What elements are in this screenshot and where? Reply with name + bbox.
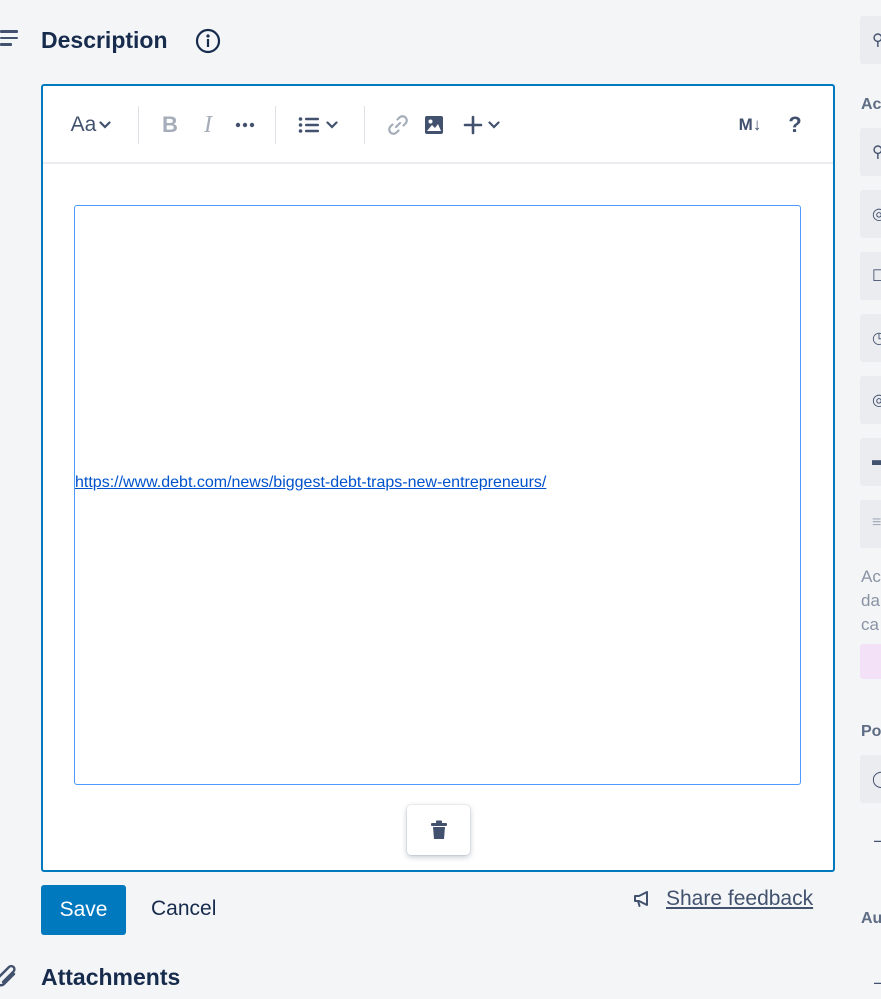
content-link[interactable]: https://www.debt.com/news/biggest-debt-t…: [75, 474, 546, 492]
embedded-link-frame[interactable]: https://www.debt.com/news/biggest-debt-t…: [74, 205, 801, 785]
toolbar-divider: [364, 106, 365, 144]
chevron-down-icon: [326, 121, 338, 129]
sidebar-powerup-pill[interactable]: [860, 644, 881, 679]
link-button[interactable]: [383, 108, 413, 142]
sidebar-button-members[interactable]: ⚲: [860, 16, 881, 64]
sidebar-add-icon[interactable]: –: [874, 830, 881, 851]
chevron-down-icon: [487, 121, 500, 129]
toolbar-divider: [275, 106, 276, 144]
person-icon: ⚲: [872, 144, 881, 161]
list-dropdown[interactable]: [293, 108, 343, 142]
more-icon: [235, 122, 255, 128]
sidebar-heading-power: Po: [861, 723, 881, 740]
delete-button[interactable]: [407, 805, 470, 855]
image-icon: [425, 116, 443, 134]
share-feedback-link[interactable]: Share feedback: [632, 887, 813, 911]
insert-dropdown[interactable]: [457, 108, 505, 142]
sidebar-heading-add: Ac: [861, 96, 881, 113]
plus-icon: [463, 115, 482, 135]
description-icon: [0, 30, 18, 50]
image-button[interactable]: [419, 108, 449, 142]
sidebar-heading-auto: Au: [861, 910, 881, 927]
sidebar-button-8[interactable]: ◯: [860, 755, 881, 803]
powerup-icon: ◯: [872, 771, 881, 788]
megaphone-icon: [634, 891, 648, 907]
sidebar-button-1[interactable]: ⚲: [860, 128, 881, 176]
sidebar-text-line2: da: [861, 591, 880, 610]
share-feedback-label: Share feedback: [666, 887, 814, 910]
cancel-button[interactable]: Cancel: [151, 897, 216, 921]
checklist-icon: ☐: [872, 268, 881, 285]
attachment-icon: ◎: [872, 392, 881, 409]
person-icon: ⚲: [872, 32, 881, 49]
trash-icon: [430, 820, 447, 839]
markdown-button[interactable]: M↓: [733, 108, 767, 142]
sidebar-button-5[interactable]: ◎: [860, 376, 881, 424]
editor-toolbar: Aa B I M↓ ?: [43, 86, 833, 164]
text-style-label: Aa: [70, 113, 97, 136]
sidebar-text-line1: Ac: [861, 567, 881, 586]
toolbar-divider: [138, 106, 139, 144]
italic-button[interactable]: I: [193, 108, 223, 142]
sidebar-button-3[interactable]: ☐: [860, 252, 881, 300]
bullet-list-icon: [298, 117, 319, 133]
cover-icon: ▬: [872, 452, 881, 469]
chevron-down-icon: [99, 121, 111, 129]
text-style-dropdown[interactable]: Aa: [65, 108, 117, 142]
bold-button[interactable]: B: [155, 108, 185, 142]
description-editor: Aa B I M↓ ? https://www.debt.com/news/bi…: [41, 84, 835, 872]
link-icon: [388, 115, 408, 135]
help-button[interactable]: ?: [781, 108, 809, 142]
info-icon[interactable]: [195, 28, 221, 54]
paperclip-icon: [0, 964, 16, 987]
attachments-title: Attachments: [41, 964, 181, 990]
sidebar-text-line3: ca: [861, 615, 879, 634]
save-button[interactable]: Save: [41, 885, 126, 935]
sidebar-button-6[interactable]: ▬: [860, 438, 881, 486]
sidebar-button-7[interactable]: ≡: [860, 500, 881, 548]
description-title: Description: [41, 27, 168, 53]
sidebar-add-icon[interactable]: –: [874, 972, 881, 993]
more-formatting-button[interactable]: [231, 108, 259, 142]
clock-icon: ◷: [872, 330, 881, 347]
sidebar-button-2[interactable]: ◎: [860, 190, 881, 238]
label-icon: ◎: [872, 206, 881, 223]
custom-field-icon: ≡: [872, 514, 881, 531]
sidebar-button-4[interactable]: ◷: [860, 314, 881, 362]
